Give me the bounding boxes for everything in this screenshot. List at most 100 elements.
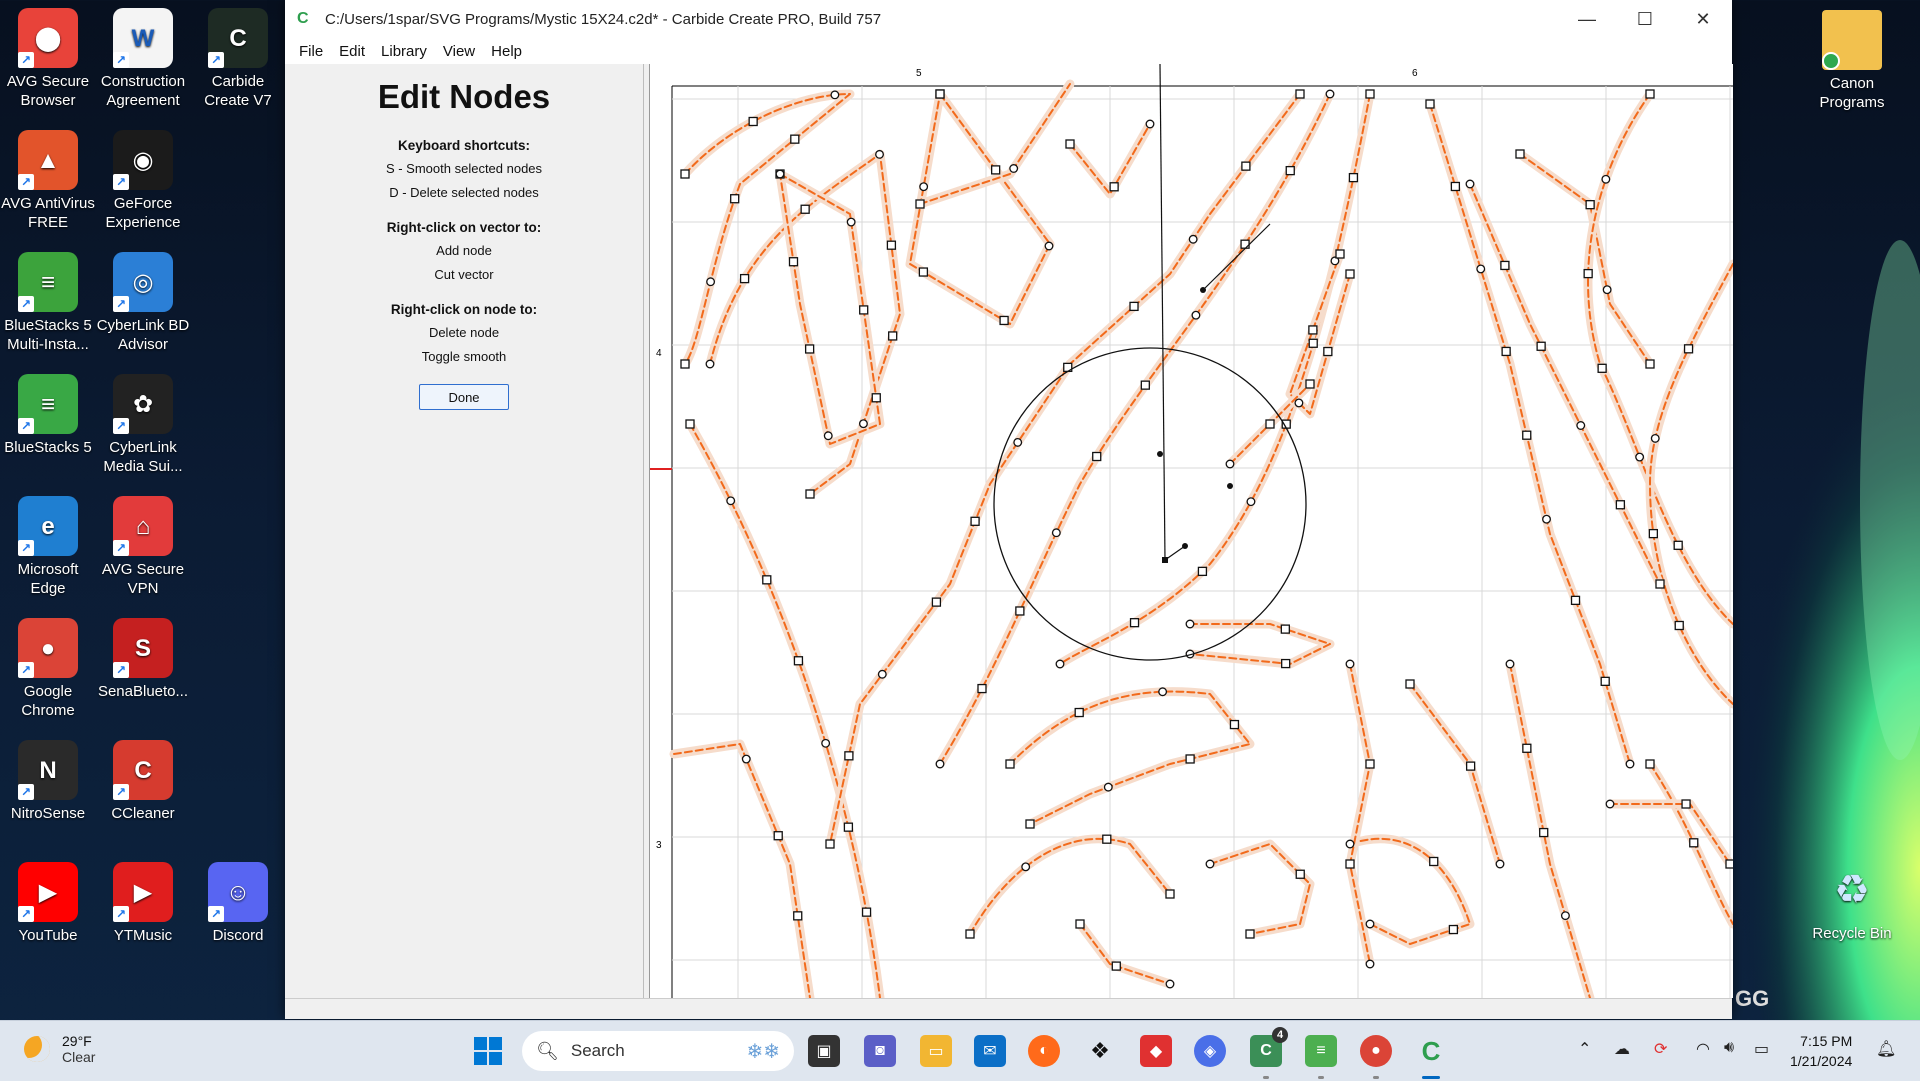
desktop-icon[interactable]: e ↗ Microsoft Edge [0,496,96,598]
desk-label: Google Chrome [21,683,75,719]
desk-label: CyberLink BD Advisor [96,317,190,353]
desk-label: CyberLink Media Sui... [103,439,183,475]
desk-label: GeForce Experience [105,195,181,231]
desktop-icon[interactable]: ▲ ↗ AVG AntiVirus FREE [0,130,96,232]
canvas-svg[interactable]: 5 6 4 3 [650,64,1733,998]
chevron-up-icon[interactable]: ⌃ [1578,1039,1591,1059]
desktop-icon[interactable]: ⌂ ↗ AVG Secure VPN [95,496,191,598]
task-view-icon[interactable]: ▣ [808,1035,840,1067]
title-bar[interactable]: C C:/Users/1spar/SVG Programs/Mystic 15X… [285,0,1732,38]
horizontal-scrollbar[interactable] [285,998,1732,1019]
running-indicator [1263,1076,1269,1079]
carbide-pro-taskbar-icon[interactable]: C [1415,1035,1447,1067]
mail-icon[interactable]: ✉ [974,1035,1006,1067]
app-icon: ◎ ↗ [113,252,173,312]
moon-icon [24,1036,50,1062]
section-line: Add node [436,243,492,258]
carbide-v7-taskbar-icon[interactable]: C 4 [1250,1027,1288,1067]
desktop-icon[interactable]: ▶ ↗ YTMusic [95,862,191,945]
shortcut-arrow-icon: ↗ [208,906,224,922]
shortcut-arrow-icon: ↗ [113,906,129,922]
clock-date: 1/21/2024 [1790,1053,1853,1069]
recycle-icon: ♻ [1834,867,1870,912]
app-icon: e ↗ [18,496,78,556]
snowflake-icon: ❄❄ [746,1040,780,1063]
minimize-button[interactable]: — [1558,0,1616,38]
volume-icon[interactable]: 🔊︎ [1724,1039,1734,1057]
desktop-icon[interactable]: ● ↗ Google Chrome [0,618,96,720]
search-icon: 🔍︎ [536,1040,559,1061]
panel-heading: Edit Nodes [377,78,551,115]
shortcut-arrow-icon: ↗ [18,296,34,312]
sync-icon[interactable]: ⟳ [1654,1039,1667,1059]
section-title: Right-click on vector to: [386,220,542,235]
desktop-icon[interactable]: W ↗ Construction Agreement [95,8,191,110]
desktop-icon[interactable]: ≡ ↗ BlueStacks 5 [0,374,96,457]
carbide-create-window: C C:/Users/1spar/SVG Programs/Mystic 15X… [285,0,1733,1019]
desktop-icon[interactable]: C ↗ Carbide Create V7 [190,8,286,110]
canon-programs-icon[interactable]: Canon Programs [1804,10,1900,112]
ruler-label-5: 5 [916,68,922,79]
system-clock[interactable]: 7:15 PM 1/21/2024 [1790,1031,1852,1071]
weather-temp: 29°F [62,1033,92,1049]
onedrive-icon[interactable]: ☁ [1614,1039,1630,1059]
desktop-icon[interactable]: C ↗ CCleaner [95,740,191,823]
desktop-icon[interactable]: ◉ ↗ GeForce Experience [95,130,191,232]
desktop-icon[interactable]: ▶ ↗ YouTube [0,862,96,945]
carbide-logo-icon: C [297,10,309,27]
firefox-icon[interactable]: ◐ [1028,1035,1060,1067]
menu-library[interactable]: Library [373,43,435,60]
desktop-icon[interactable]: ≡ ↗ BlueStacks 5 Multi-Insta... [0,252,96,354]
app-icon: ● ↗ [18,618,78,678]
desk-label: BlueStacks 5 [4,439,92,456]
app-icon: ✿ ↗ [113,374,173,434]
desktop-icon[interactable]: ✿ ↗ CyberLink Media Sui... [95,374,191,476]
shortcut-arrow-icon: ↗ [113,52,129,68]
desktop-icon[interactable]: ⬤ ↗ AVG Secure Browser [0,8,96,110]
menu-bar: File Edit Library View Help [285,38,1732,64]
maximize-button[interactable]: ☐ [1616,0,1674,38]
shortcut-arrow-icon: ↗ [18,418,34,434]
notification-badge: 4 [1272,1027,1288,1043]
app-icon: ☺ ↗ [208,862,268,922]
section-line: Delete node [428,325,500,340]
anydesk-icon[interactable]: ◆ [1140,1035,1172,1067]
desk-label: BlueStacks 5 Multi-Insta... [4,317,92,353]
vector-paths[interactable] [669,79,1733,998]
weather-widget[interactable]: 29°F Clear [24,1033,95,1065]
node-section: Right-click on node to: Delete node Togg… [285,302,643,364]
menu-view[interactable]: View [435,43,483,60]
shortcuts-section: Keyboard shortcuts: S - Smooth selected … [285,138,643,200]
shortcut-arrow-icon: ↗ [113,540,129,556]
notification-bell-icon[interactable]: 🔔︎ [1876,1039,1896,1059]
wifi-icon[interactable]: ◠ [1696,1039,1710,1059]
clock-time: 7:15 PM [1800,1033,1853,1049]
shortcut-arrow-icon: ↗ [18,662,34,678]
chrome-taskbar-icon[interactable]: ● [1360,1035,1392,1067]
menu-file[interactable]: File [291,43,331,60]
desktop-icon[interactable]: ◎ ↗ CyberLink BD Advisor [95,252,191,354]
desk-label: Recycle Bin [1812,925,1892,942]
section-line: Cut vector [434,267,494,282]
running-indicator [1318,1076,1324,1079]
close-button[interactable]: ✕ [1674,0,1732,38]
file-explorer-icon[interactable]: ▭ [920,1035,952,1067]
battery-icon[interactable]: ▭ [1754,1039,1769,1059]
desktop-icon[interactable]: ☺ ↗ Discord [190,862,286,945]
chat-icon[interactable]: ◙ [864,1035,896,1067]
desktop-icon[interactable]: N ↗ NitroSense [0,740,96,823]
dropbox-icon[interactable]: ❖ [1084,1035,1116,1067]
section-line: Toggle smooth [421,349,507,364]
copilot-icon[interactable]: ◈ [1194,1035,1226,1067]
start-button[interactable] [472,1035,504,1067]
desktop-icon[interactable]: S ↗ SenaBlueto... [95,618,191,701]
menu-edit[interactable]: Edit [331,43,373,60]
app-icon: N ↗ [18,740,78,800]
done-button[interactable]: Done [419,384,509,410]
app-icon: ▶ ↗ [113,862,173,922]
design-canvas[interactable]: 5 6 4 3 [649,64,1733,998]
taskbar-search[interactable]: 🔍︎ Search ❄❄ [522,1031,794,1071]
menu-help[interactable]: Help [483,43,530,60]
bluestacks-taskbar-icon[interactable]: ≡ [1305,1035,1337,1067]
recycle-bin-icon[interactable]: ♻ Recycle Bin [1804,860,1900,943]
